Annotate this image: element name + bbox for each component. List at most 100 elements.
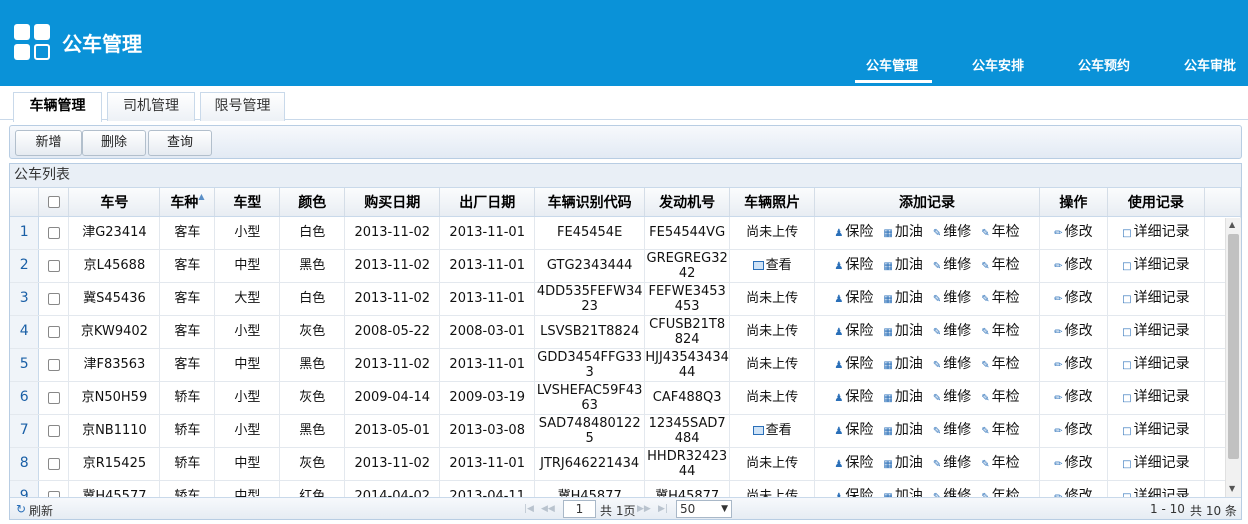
table-row[interactable]: 6 京N50H59 轿车 小型 灰色 2009-04-14 2009-03-19 LVSHEF… [10,381,1241,415]
header-usage-record[interactable]: 使用记录 [1107,188,1205,217]
add-inspection-link[interactable]: ✎ 年检 [981,389,1019,406]
edit-link[interactable]: ✏ 修改 [1054,323,1092,340]
header-buy-date[interactable]: 购买日期 [344,188,441,217]
detail-record-link[interactable]: □ 详细记录 [1122,488,1189,497]
row-checkbox[interactable] [47,325,60,338]
cell-select[interactable] [38,249,70,283]
add-inspection-link[interactable]: ✎ 年检 [981,290,1019,307]
cell-select[interactable] [38,348,70,382]
add-inspection-link[interactable]: ✎ 年检 [981,455,1019,472]
detail-record-link[interactable]: □ 详细记录 [1122,455,1189,472]
add-repair-link[interactable]: ✎ 维修 [933,455,971,472]
nav-bus-reservation[interactable]: 公车预约 [1078,55,1130,74]
add-insurance-link[interactable]: ♟ 保险 [834,257,873,274]
row-checkbox[interactable] [47,391,60,404]
detail-record-link[interactable]: □ 详细记录 [1122,422,1189,439]
detail-record-link[interactable]: □ 详细记录 [1122,224,1189,241]
cell-select[interactable] [38,315,70,349]
header-vin[interactable]: 车辆识别代码 [534,188,646,217]
row-checkbox[interactable] [47,457,60,470]
vertical-scrollbar[interactable]: ▲ ▼ [1225,218,1241,497]
add-insurance-link[interactable]: ♟ 保险 [834,224,873,241]
add-insurance-link[interactable]: ♟ 保险 [834,323,873,340]
table-row[interactable]: 8 京R15425 轿车 中型 灰色 2013-11-02 2013-11-01 JTRJ64… [10,447,1241,481]
add-inspection-link[interactable]: ✎ 年检 [981,224,1019,241]
table-row[interactable]: 7 京NB1110 轿车 小型 黑色 2013-05-01 2013-03-08 SAD748… [10,414,1241,448]
cell-select[interactable] [38,282,70,316]
add-inspection-link[interactable]: ✎ 年检 [981,356,1019,373]
header-engine[interactable]: 发动机号 [644,188,731,217]
add-repair-link[interactable]: ✎ 维修 [933,389,971,406]
edit-link[interactable]: ✏ 修改 [1054,488,1092,497]
row-checkbox[interactable] [47,424,60,437]
header-photo[interactable]: 车辆照片 [729,188,816,217]
query-button[interactable]: 查询 [148,130,212,156]
cell-select[interactable] [38,447,70,481]
cell-select[interactable] [38,216,70,250]
header-operation[interactable]: 操作 [1039,188,1108,217]
row-checkbox[interactable] [47,226,60,239]
add-insurance-link[interactable]: ♟ 保险 [834,356,873,373]
header-kind[interactable]: 车种▲ [159,188,216,217]
edit-link[interactable]: ✏ 修改 [1054,290,1092,307]
view-photo-link[interactable]: 查看 [766,423,792,438]
table-row[interactable]: 2 京L45688 客车 中型 黑色 2013-11-02 2013-11-01 GTG234… [10,249,1241,283]
add-insurance-link[interactable]: ♟ 保险 [834,389,873,406]
add-repair-link[interactable]: ✎ 维修 [933,224,971,241]
nav-bus-approval[interactable]: 公车审批 [1184,55,1236,74]
delete-button[interactable]: 删除 [82,130,146,156]
last-page-icon[interactable]: ▶| [658,504,668,514]
tab-plate-restriction[interactable]: 限号管理 [200,92,285,121]
cell-select[interactable] [38,480,70,497]
add-repair-link[interactable]: ✎ 维修 [933,488,971,497]
table-row[interactable]: 9 冀H45577 轿车 中型 红色 2014-04-02 2013-04-11 冀H4587… [10,480,1241,497]
add-fuel-link[interactable]: ▦ 加油 [883,356,922,373]
detail-record-link[interactable]: □ 详细记录 [1122,257,1189,274]
refresh-button[interactable]: 刷新 [29,502,53,519]
add-inspection-link[interactable]: ✎ 年检 [981,488,1019,497]
nav-bus-arrangement[interactable]: 公车安排 [972,55,1024,74]
scroll-up-icon[interactable]: ▲ [1229,220,1235,229]
row-checkbox[interactable] [47,292,60,305]
edit-link[interactable]: ✏ 修改 [1054,257,1092,274]
add-fuel-link[interactable]: ▦ 加油 [883,455,922,472]
add-fuel-link[interactable]: ▦ 加油 [883,422,922,439]
scroll-down-icon[interactable]: ▼ [1229,484,1235,493]
add-fuel-link[interactable]: ▦ 加油 [883,257,922,274]
cell-photo[interactable]: 查看 [729,414,816,448]
detail-record-link[interactable]: □ 详细记录 [1122,323,1189,340]
table-row[interactable]: 5 津F83563 客车 中型 黑色 2013-11-02 2013-11-01 GDD345… [10,348,1241,382]
row-checkbox[interactable] [47,259,60,272]
add-repair-link[interactable]: ✎ 维修 [933,290,971,307]
detail-record-link[interactable]: □ 详细记录 [1122,356,1189,373]
cell-photo[interactable]: 查看 [729,249,816,283]
page-number-input[interactable]: 1 [563,500,596,518]
header-plate[interactable]: 车号 [68,188,161,217]
add-inspection-link[interactable]: ✎ 年检 [981,323,1019,340]
add-button[interactable]: 新增 [15,130,82,156]
detail-record-link[interactable]: □ 详细记录 [1122,290,1189,307]
cell-select[interactable] [38,414,70,448]
header-made-date[interactable]: 出厂日期 [439,188,536,217]
tab-vehicle-management[interactable]: 车辆管理 [13,92,102,122]
add-insurance-link[interactable]: ♟ 保险 [834,488,873,497]
add-fuel-link[interactable]: ▦ 加油 [883,488,922,497]
edit-link[interactable]: ✏ 修改 [1054,455,1092,472]
edit-link[interactable]: ✏ 修改 [1054,422,1092,439]
scroll-thumb[interactable] [1228,234,1239,459]
add-fuel-link[interactable]: ▦ 加油 [883,389,922,406]
header-add-record[interactable]: 添加记录 [814,188,1040,217]
refresh-icon[interactable]: ↻ [16,502,26,516]
edit-link[interactable]: ✏ 修改 [1054,356,1092,373]
add-fuel-link[interactable]: ▦ 加油 [883,224,922,241]
edit-link[interactable]: ✏ 修改 [1054,224,1092,241]
page-size-select[interactable]: 50 ▼ [676,500,732,518]
add-repair-link[interactable]: ✎ 维修 [933,422,971,439]
add-insurance-link[interactable]: ♟ 保险 [834,455,873,472]
tab-driver-management[interactable]: 司机管理 [107,92,195,121]
table-row[interactable]: 4 京KW9402 客车 小型 灰色 2008-05-22 2008-03-01 LSVSB2… [10,315,1241,349]
add-fuel-link[interactable]: ▦ 加油 [883,290,922,307]
cell-select[interactable] [38,381,70,415]
add-fuel-link[interactable]: ▦ 加油 [883,323,922,340]
add-repair-link[interactable]: ✎ 维修 [933,356,971,373]
